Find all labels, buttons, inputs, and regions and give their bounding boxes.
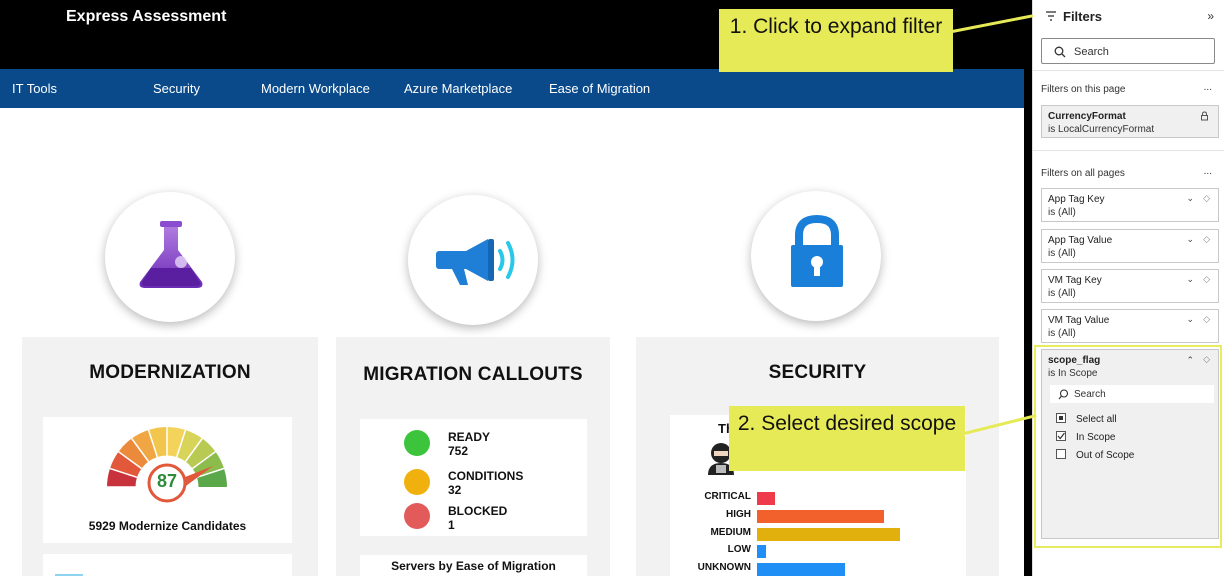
- filter-value: is (All): [1048, 248, 1076, 259]
- nav-it-tools[interactable]: IT Tools: [12, 81, 57, 96]
- conditions-dot: [404, 469, 430, 495]
- conditions-label: CONDITIONS: [448, 469, 524, 483]
- gauge-value: 87: [156, 471, 178, 491]
- filter-value: is (All): [1048, 288, 1076, 299]
- filter-card-app-tag-key[interactable]: App Tag Key is (All) ⌄ ◇: [1041, 188, 1219, 222]
- callout-expand-filter: 1. Click to expand filter: [719, 9, 953, 72]
- pane-divider: [1024, 0, 1032, 576]
- ready-value: 752: [448, 444, 469, 458]
- filters-on-all-pages-label: Filters on all pages: [1041, 168, 1125, 179]
- migration-legend-panel: READY 752 CONDITIONS 32 BLOCKED 1: [360, 419, 587, 536]
- nav-bar: IT Tools Security Modern Workplace Azure…: [0, 69, 1024, 108]
- scope-highlight-box: [1034, 345, 1222, 548]
- bar-unknown[interactable]: [757, 563, 845, 576]
- filter-name: CurrencyFormat: [1048, 111, 1126, 122]
- bar-label-unknown: UNKNOWN: [697, 562, 751, 574]
- filter-name: App Tag Value: [1048, 235, 1113, 246]
- migration-circle[interactable]: [408, 195, 538, 325]
- bar-medium[interactable]: [757, 527, 900, 541]
- screen: Express Assessment IT Tools Security Mod…: [0, 0, 1224, 576]
- chevron-down-icon[interactable]: ⌄: [1186, 314, 1194, 325]
- chevron-down-icon[interactable]: ⌄: [1186, 234, 1194, 245]
- eraser-icon[interactable]: ◇: [1203, 234, 1210, 245]
- callout-select-scope: 2. Select desired scope: [729, 406, 965, 471]
- bar-low[interactable]: [757, 545, 766, 559]
- filter-name: App Tag Key: [1048, 194, 1105, 205]
- nav-azure-marketplace[interactable]: Azure Marketplace: [404, 81, 512, 96]
- bar-high[interactable]: [757, 509, 884, 523]
- report-title: Express Assessment: [66, 8, 227, 25]
- filter-card-currencyformat[interactable]: CurrencyFormat is LocalCurrencyFormat: [1041, 105, 1219, 138]
- bar-critical[interactable]: [757, 492, 775, 505]
- eraser-icon[interactable]: ◇: [1203, 193, 1210, 204]
- filter-value: is LocalCurrencyFormat: [1048, 124, 1155, 135]
- filter-icon: [1045, 9, 1057, 24]
- blocked-label: BLOCKED: [448, 504, 508, 518]
- nav-modern-workplace[interactable]: Modern Workplace: [261, 81, 370, 96]
- migration-lower-panel: Servers by Ease of Migration: [360, 555, 587, 576]
- modernization-gauge-panel: 87 5929 Modernize Candidates: [43, 417, 292, 543]
- filters-header: Filters: [1045, 9, 1102, 24]
- separator: [1033, 150, 1224, 151]
- bar-label-low: LOW: [727, 544, 751, 556]
- chevron-down-icon[interactable]: ⌄: [1186, 193, 1194, 204]
- report-canvas: Express Assessment IT Tools Security Mod…: [0, 0, 1024, 576]
- filter-name: VM Tag Key: [1048, 275, 1102, 286]
- blocked-value: 1: [448, 518, 455, 532]
- filters-on-page-label: Filters on this page: [1041, 84, 1126, 95]
- eraser-icon[interactable]: ◇: [1203, 314, 1210, 325]
- security-title: SECURITY: [768, 362, 867, 383]
- padlock-icon: [791, 214, 843, 287]
- megaphone-icon: [436, 239, 515, 285]
- lock-icon: [1201, 111, 1208, 121]
- security-circle[interactable]: [751, 191, 881, 321]
- migration-title: MIGRATION CALLOUTS: [363, 364, 583, 385]
- modernize-candidates: 5929 Modernize Candidates: [88, 519, 247, 533]
- modernization-title: MODERNIZATION: [89, 362, 251, 383]
- ready-dot: [404, 430, 430, 456]
- all-filters-more[interactable]: ...: [1204, 166, 1212, 177]
- collapse-pane-icon[interactable]: »: [1207, 9, 1214, 23]
- ready-label: READY: [448, 430, 491, 444]
- blocked-dot: [404, 503, 430, 529]
- filter-search-input[interactable]: Search: [1041, 38, 1215, 64]
- search-icon: [1054, 46, 1066, 58]
- search-placeholder: Search: [1074, 46, 1109, 58]
- filter-value: is (All): [1048, 328, 1076, 339]
- chevron-down-icon[interactable]: ⌄: [1186, 274, 1194, 285]
- filter-card-app-tag-value[interactable]: App Tag Value is (All) ⌄ ◇: [1041, 229, 1219, 263]
- filter-card-vm-tag-value[interactable]: VM Tag Value is (All) ⌄ ◇: [1041, 309, 1219, 343]
- filter-value: is (All): [1048, 207, 1076, 218]
- eraser-icon[interactable]: ◇: [1203, 274, 1210, 285]
- nav-ease-of-migration[interactable]: Ease of Migration: [549, 81, 650, 96]
- conditions-value: 32: [448, 483, 462, 497]
- modernization-card: MODERNIZATION 87 5929 Modernize Candidat…: [22, 337, 318, 576]
- bar-label-medium: MEDIUM: [710, 526, 751, 538]
- filters-title: Filters: [1063, 9, 1103, 24]
- flask-icon: [139, 221, 203, 288]
- modernization-lower-panel: [43, 554, 292, 576]
- nav-security[interactable]: Security: [153, 81, 200, 96]
- servers-by-ease-title: Servers by Ease of Migration: [391, 559, 556, 573]
- separator: [1033, 70, 1224, 71]
- modernization-circle[interactable]: [105, 192, 235, 322]
- page-filters-more[interactable]: ...: [1204, 82, 1212, 93]
- bar-label-critical: CRITICAL: [704, 491, 751, 502]
- filter-card-vm-tag-key[interactable]: VM Tag Key is (All) ⌄ ◇: [1041, 269, 1219, 303]
- bar-label-high: HIGH: [726, 508, 751, 520]
- filter-name: VM Tag Value: [1048, 315, 1110, 326]
- migration-card: MIGRATION CALLOUTS READY 752 CONDITIONS …: [336, 337, 610, 576]
